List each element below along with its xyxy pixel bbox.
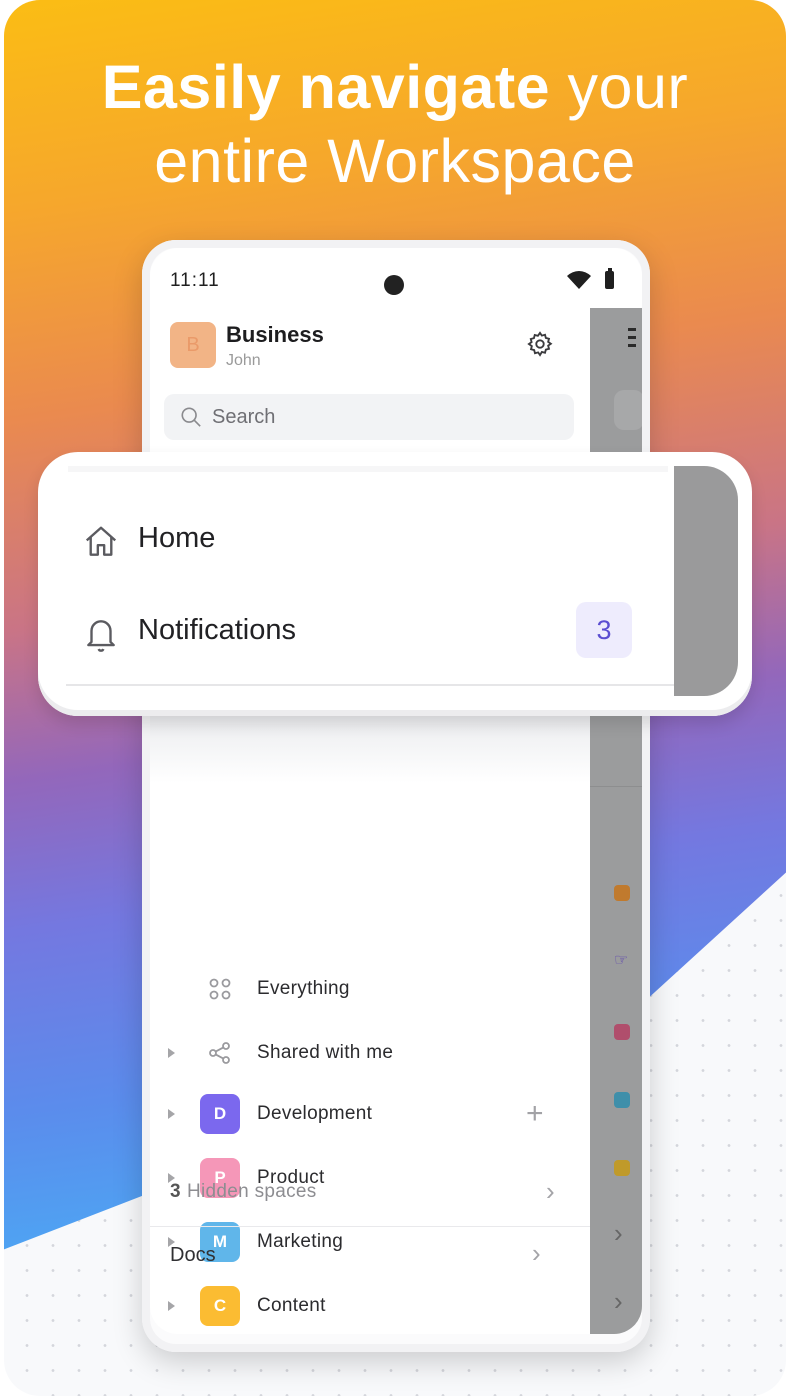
search-input[interactable]: Search bbox=[164, 394, 574, 440]
panel-divider bbox=[590, 786, 642, 787]
card-top-edge bbox=[68, 466, 668, 472]
chevron-right-icon: › bbox=[614, 1286, 623, 1316]
search-placeholder: Search bbox=[212, 405, 276, 428]
card-divider bbox=[66, 684, 674, 686]
nav-notifications[interactable]: Notifications bbox=[38, 602, 668, 662]
home-icon bbox=[85, 526, 117, 556]
marker-yellow bbox=[614, 1160, 630, 1176]
panel-placeholder bbox=[614, 390, 642, 430]
gear-icon[interactable] bbox=[526, 330, 554, 358]
caret-right-icon[interactable] bbox=[168, 1301, 175, 1311]
space-avatar: D bbox=[200, 1094, 240, 1134]
search-icon bbox=[181, 407, 201, 427]
caret-right-icon[interactable] bbox=[168, 1048, 175, 1058]
bell-icon bbox=[87, 620, 115, 652]
marker-teal bbox=[614, 1092, 630, 1108]
chevron-right-icon: › bbox=[614, 1218, 623, 1248]
workspace-user: John bbox=[226, 352, 261, 369]
status-time: 11:11 bbox=[170, 270, 220, 291]
hidden-spaces-count: 3 bbox=[170, 1181, 181, 1202]
nav-home[interactable]: Home bbox=[38, 510, 668, 570]
card-dimmed-edge bbox=[674, 466, 738, 696]
headline-bold: Easily navigate bbox=[101, 53, 551, 121]
notifications-count-badge: 3 bbox=[576, 602, 632, 658]
menu-icon bbox=[628, 328, 636, 352]
wifi-icon bbox=[567, 271, 591, 289]
workspace-name[interactable]: Business bbox=[226, 322, 324, 348]
headline: Easily navigate your entire Workspace bbox=[0, 50, 790, 198]
nav-item-shared[interactable]: Shared with me bbox=[150, 1025, 590, 1081]
chevron-right-icon: › bbox=[532, 1238, 541, 1268]
hidden-spaces-link[interactable]: 3 Hidden spaces › bbox=[150, 1166, 590, 1222]
nav-item-label: Everything bbox=[257, 978, 350, 999]
hidden-spaces-label: Hidden spaces bbox=[187, 1181, 317, 1202]
grid-circles-icon bbox=[209, 978, 231, 1000]
headline-light-2: entire Workspace bbox=[154, 127, 636, 195]
headline-light-1: your bbox=[550, 53, 689, 121]
battery-icon bbox=[605, 268, 614, 289]
docs-link[interactable]: Docs › bbox=[150, 1230, 590, 1286]
workspace-avatar[interactable]: B bbox=[170, 322, 216, 368]
nav-home-label: Home bbox=[138, 522, 216, 554]
space-avatar: C bbox=[200, 1286, 240, 1326]
chevron-right-icon: › bbox=[546, 1176, 555, 1206]
camera-cutout bbox=[384, 275, 404, 295]
marker-pink bbox=[614, 1024, 630, 1040]
nav-item-label: Shared with me bbox=[257, 1042, 394, 1063]
space-item-content[interactable]: C Content bbox=[150, 1278, 590, 1334]
hand-pointer-icon: ☞ bbox=[614, 952, 629, 969]
space-item-development[interactable]: D Development + bbox=[150, 1086, 590, 1142]
add-icon[interactable]: + bbox=[526, 1097, 544, 1131]
space-label: Content bbox=[257, 1295, 326, 1316]
nav-notifications-label: Notifications bbox=[138, 614, 296, 646]
nav-item-everything[interactable]: Everything bbox=[150, 961, 590, 1017]
share-icon bbox=[209, 1042, 230, 1064]
primary-nav-card: Home Notifications 3 bbox=[38, 452, 752, 716]
docs-label: Docs bbox=[170, 1244, 216, 1266]
marker-orange bbox=[614, 885, 630, 901]
space-label: Development bbox=[257, 1103, 373, 1124]
caret-right-icon[interactable] bbox=[168, 1109, 175, 1119]
